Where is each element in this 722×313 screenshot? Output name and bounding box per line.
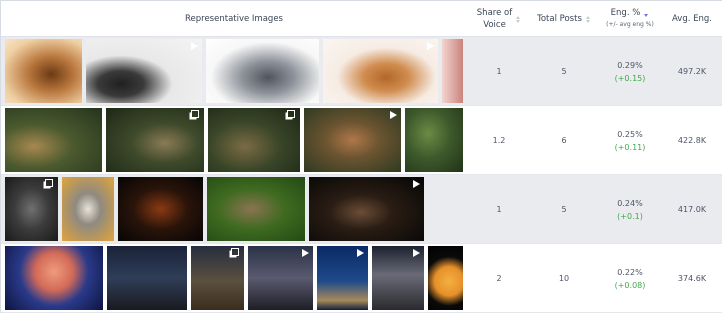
table-header: Representative Images Share of Voice Tot… <box>1 1 722 37</box>
thumbnail-image[interactable] <box>428 246 463 310</box>
header-eng-pct-sub: (+/- avg eng %) <box>606 21 654 28</box>
avg-eng-value: 374.6K <box>677 274 707 283</box>
table-row: 1 5 0.24% (+0.1) 417.0K <box>1 175 722 244</box>
thumbnail-image[interactable] <box>106 108 204 172</box>
thumbnail-image[interactable] <box>442 39 463 103</box>
header-avg-eng-label: Avg. Eng. <box>671 14 712 24</box>
header-avg-eng[interactable]: Avg. Eng. <box>663 1 721 37</box>
table-row: 1.2 6 0.25% (+0.11) 422.8K <box>1 106 722 175</box>
sort-icon[interactable] <box>516 15 521 23</box>
play-icon <box>388 110 398 120</box>
eng-delta-value: (+0.11) <box>614 142 646 152</box>
share-of-voice-value: 1 <box>496 67 502 76</box>
share-of-voice-value: 1.2 <box>492 136 506 145</box>
thumbnail-image[interactable] <box>317 246 368 310</box>
header-representative-images: Representative Images <box>1 1 467 37</box>
total-posts-value: 5 <box>561 67 567 76</box>
header-total-posts[interactable]: Total Posts <box>531 1 597 37</box>
share-of-voice-cell: 2 <box>467 244 531 313</box>
sort-desc-icon[interactable] <box>644 10 649 17</box>
thumbnail-image[interactable] <box>5 246 103 310</box>
play-icon <box>300 248 310 258</box>
play-icon <box>425 41 435 51</box>
header-sov-label-2: Voice <box>483 20 506 30</box>
header-sov-label-1: Share of <box>476 8 513 18</box>
thumbnail-image[interactable] <box>248 246 313 310</box>
thumbnail-image[interactable] <box>62 177 114 241</box>
total-posts-value: 5 <box>561 205 567 214</box>
header-eng-pct[interactable]: Eng. % (+/- avg eng %) <box>597 1 663 37</box>
avg-eng-cell: 417.0K <box>663 175 721 244</box>
thumbnail-image[interactable] <box>372 246 424 310</box>
sort-icon[interactable] <box>585 15 591 23</box>
thumbnail-image[interactable] <box>118 177 203 241</box>
thumbnail-image[interactable] <box>208 108 300 172</box>
multi-icon <box>231 248 241 258</box>
eng-pct-value: 0.29% <box>617 60 643 70</box>
header-total-posts-label: Total Posts <box>537 14 582 24</box>
thumbnail-image[interactable] <box>5 108 102 172</box>
total-posts-cell: 5 <box>531 175 597 244</box>
share-of-voice-cell: 1 <box>467 175 531 244</box>
thumbnail-image[interactable] <box>304 108 401 172</box>
total-posts-value: 6 <box>561 136 567 145</box>
play-icon <box>411 179 421 189</box>
thumbnail-image[interactable] <box>207 177 305 241</box>
total-posts-value: 10 <box>558 274 570 283</box>
share-of-voice-cell: 1 <box>467 37 531 106</box>
total-posts-cell: 6 <box>531 106 597 175</box>
avg-eng-cell: 374.6K <box>663 244 721 313</box>
share-of-voice-cell: 1.2 <box>467 106 531 175</box>
eng-pct-value: 0.25% <box>617 129 643 139</box>
thumbnail-image[interactable] <box>206 39 319 103</box>
eng-pct-cell: 0.22% (+0.08) <box>597 244 663 313</box>
eng-delta-value: (+0.15) <box>614 73 646 83</box>
eng-delta-value: (+0.1) <box>617 211 643 221</box>
engagement-table: Representative Images Share of Voice Tot… <box>0 0 722 313</box>
avg-eng-cell: 497.2K <box>663 37 721 106</box>
play-icon <box>189 41 199 51</box>
avg-eng-value: 497.2K <box>677 67 707 76</box>
avg-eng-value: 417.0K <box>677 205 707 214</box>
thumbnail-image[interactable] <box>107 246 187 310</box>
header-images-label: Representative Images <box>185 14 283 24</box>
total-posts-cell: 10 <box>531 244 597 313</box>
thumbnail-image[interactable] <box>191 246 244 310</box>
thumbnail-image[interactable] <box>405 108 463 172</box>
total-posts-cell: 5 <box>531 37 597 106</box>
play-icon <box>411 248 421 258</box>
table-row: 1 5 0.29% (+0.15) 497.2K <box>1 37 722 106</box>
play-icon <box>355 248 365 258</box>
header-eng-pct-label: Eng. % <box>610 8 641 18</box>
thumbnail-image[interactable] <box>309 177 424 241</box>
avg-eng-cell: 422.8K <box>663 106 721 175</box>
share-of-voice-value: 2 <box>496 274 502 283</box>
eng-pct-cell: 0.24% (+0.1) <box>597 175 663 244</box>
share-of-voice-value: 1 <box>496 205 502 214</box>
table-row: 2 10 0.22% (+0.08) 374.6K <box>1 244 722 313</box>
avg-eng-value: 422.8K <box>677 136 707 145</box>
eng-pct-cell: 0.29% (+0.15) <box>597 37 663 106</box>
header-share-of-voice[interactable]: Share of Voice <box>467 1 531 37</box>
eng-pct-cell: 0.25% (+0.11) <box>597 106 663 175</box>
thumbnail-image[interactable] <box>5 177 58 241</box>
eng-pct-value: 0.22% <box>617 267 643 277</box>
thumbnail-image[interactable] <box>323 39 438 103</box>
multi-icon <box>287 110 297 120</box>
multi-icon <box>45 179 55 189</box>
eng-delta-value: (+0.08) <box>614 280 646 290</box>
eng-pct-value: 0.24% <box>617 198 643 208</box>
thumbnail-image[interactable] <box>86 39 202 103</box>
thumbnail-image[interactable] <box>5 39 82 103</box>
multi-icon <box>191 110 201 120</box>
